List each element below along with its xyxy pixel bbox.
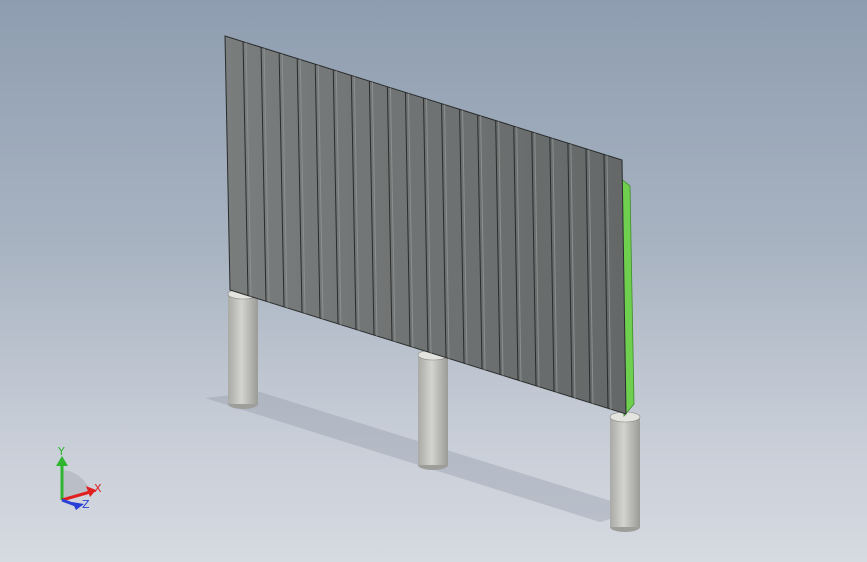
z-axis-label: Z	[82, 498, 90, 511]
post-left[interactable]	[227, 288, 259, 409]
post-right[interactable]	[609, 411, 641, 532]
3d-viewport[interactable]: Y X Z	[0, 0, 867, 562]
y-axis-label: Y	[57, 445, 65, 458]
coordinate-triad[interactable]: Y X Z	[56, 445, 102, 511]
x-axis-label: X	[94, 482, 102, 495]
post-middle[interactable]	[417, 349, 449, 470]
